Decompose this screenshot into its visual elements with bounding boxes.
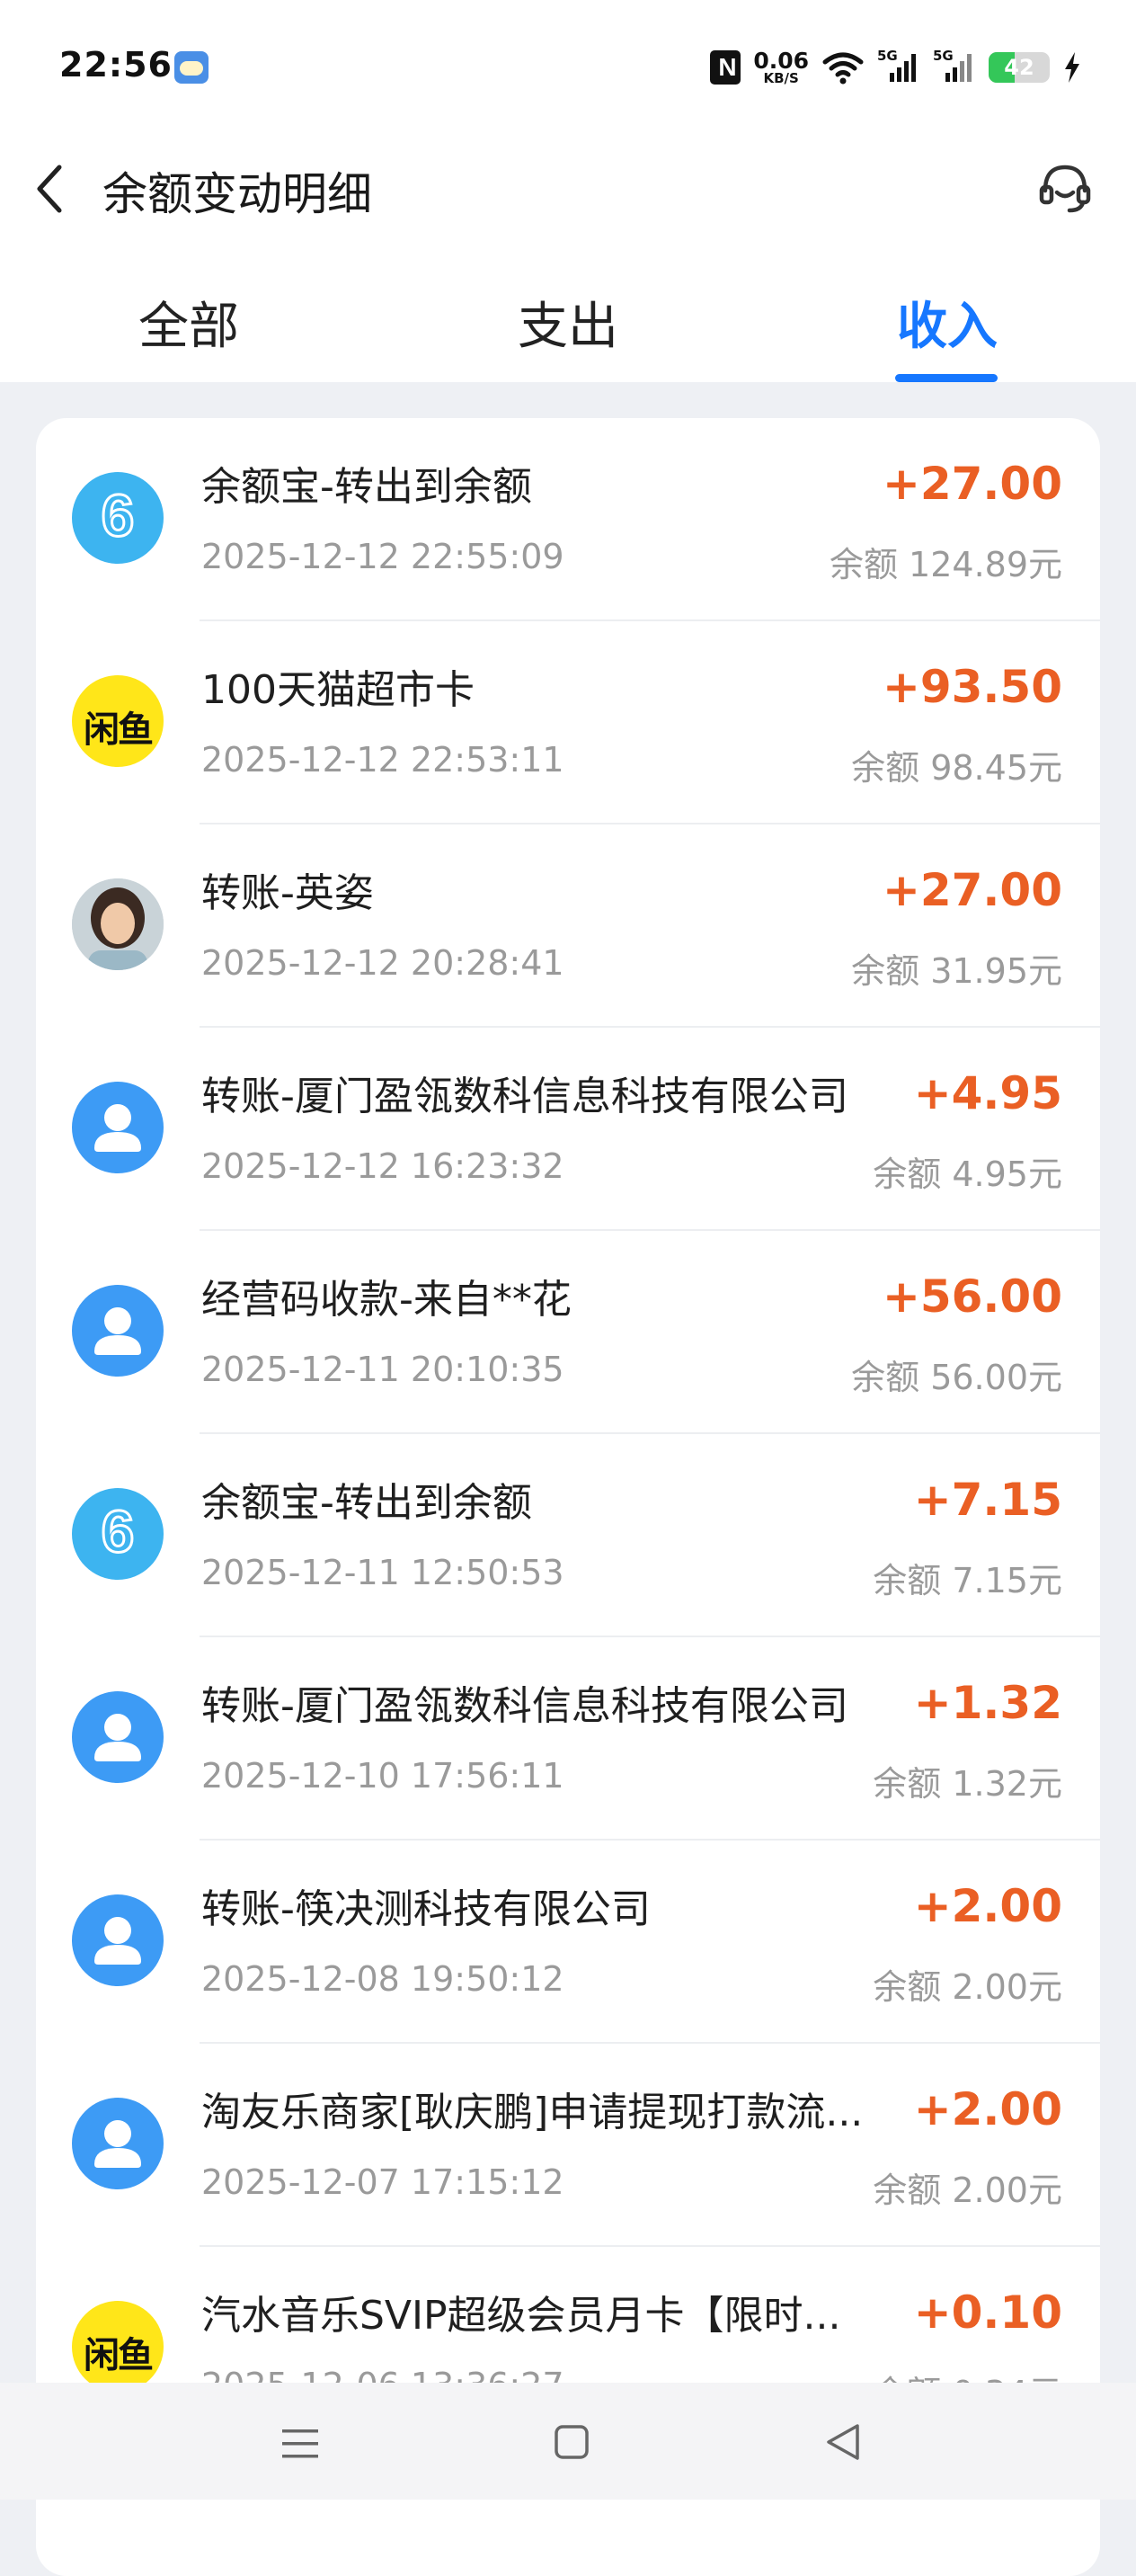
transaction-title: 经营码收款-来自**花 xyxy=(201,1277,572,1323)
transaction-balance: 余额 31.95元 xyxy=(851,951,1062,991)
signal-icon: 5G xyxy=(933,48,976,85)
transaction-row[interactable]: 转账-厦门盈瓴数科信息科技有限公司 2025-12-12 16:23:32 +4.9… xyxy=(36,1028,1100,1231)
transaction-amount: +27.00 xyxy=(882,458,1062,510)
yuebao-logo-text: 6 xyxy=(100,481,136,550)
transaction-title: 淘友乐商家[耿庆鹏]申请提现打款流... xyxy=(201,2090,864,2135)
status-time: 22:56 xyxy=(59,45,173,85)
transaction-row[interactable]: 转账-筷决测科技有限公司 2025-12-08 19:50:12 +2.00 余额 2… xyxy=(36,1841,1100,2044)
yuebao-logo-text: 6 xyxy=(100,1497,136,1566)
signal-label: 5G xyxy=(933,48,954,64)
transaction-row[interactable]: 6 余额宝-转出到余额 2025-12-11 12:50:53 +7.15 余额 7.1… xyxy=(36,1434,1100,1637)
menu-icon[interactable] xyxy=(280,2426,320,2462)
tab-all[interactable]: 全部 xyxy=(138,286,239,359)
user-icon xyxy=(72,1894,164,1986)
xianyu-logo-text: 闲鱼 xyxy=(84,709,154,751)
net-speed-unit: KB/S xyxy=(763,70,799,86)
nfc-icon: N xyxy=(710,50,741,85)
transaction-amount: +1.32 xyxy=(913,1677,1062,1729)
net-speed: 0.06 KB/S xyxy=(753,49,809,85)
user-icon xyxy=(72,2098,164,2189)
transaction-list: 6 余额宝-转出到余额 2025-12-12 22:55:09 +27.00 余额 12… xyxy=(36,418,1100,2576)
transaction-row[interactable]: 经营码收款-来自**花 2025-12-11 20:10:35 +56.00 余额 5… xyxy=(36,1231,1100,1434)
transaction-balance: 余额 4.95元 xyxy=(873,1154,1062,1194)
page-title: 余额变动明细 xyxy=(102,168,372,220)
transaction-title: 转账-筷决测科技有限公司 xyxy=(201,1886,651,1932)
transaction-balance: 余额 2.00元 xyxy=(873,1967,1062,2007)
battery-icon: 42 xyxy=(989,52,1050,83)
transaction-amount: +0.10 xyxy=(913,2286,1062,2339)
charging-bolt-icon xyxy=(1065,52,1079,83)
yuebao-icon: 6 xyxy=(72,1488,164,1580)
transaction-amount: +93.50 xyxy=(882,661,1062,713)
xianyu-icon: 闲鱼 xyxy=(72,2301,164,2393)
transaction-row[interactable]: 淘友乐商家[耿庆鹏]申请提现打款流... 2025-12-07 17:15:12 +… xyxy=(36,2044,1100,2247)
transaction-amount: +7.15 xyxy=(913,1474,1062,1526)
status-bar: 22:56 N 0.06 KB/S 5G 5G 42 xyxy=(0,0,1136,135)
tab-bar: 全部 支出 收入 xyxy=(0,270,1136,382)
tab-income[interactable]: 收入 xyxy=(897,286,998,359)
transaction-balance: 余额 56.00元 xyxy=(851,1358,1062,1397)
transaction-time: 2025-12-12 22:55:09 xyxy=(201,537,564,576)
transaction-amount: +2.00 xyxy=(913,1880,1062,1932)
user-icon xyxy=(72,1082,164,1173)
user-photo-avatar xyxy=(72,878,164,970)
transaction-time: 2025-12-12 16:23:32 xyxy=(201,1146,564,1186)
transaction-title: 转账-英姿 xyxy=(201,870,374,916)
transaction-time: 2025-12-12 20:28:41 xyxy=(201,943,564,983)
xianyu-icon: 闲鱼 xyxy=(72,675,164,767)
transaction-time: 2025-12-11 20:10:35 xyxy=(201,1350,564,1389)
transaction-title: 余额宝-转出到余额 xyxy=(201,1480,532,1526)
transaction-title: 100天猫超市卡 xyxy=(201,667,475,713)
transaction-title: 转账-厦门盈瓴数科信息科技有限公司 xyxy=(201,1074,848,1119)
weather-icon xyxy=(174,51,209,84)
transaction-amount: +56.00 xyxy=(882,1270,1062,1323)
transaction-title: 汽水音乐SVIP超级会员月卡【限时... xyxy=(201,2293,841,2339)
transaction-time: 2025-12-07 17:15:12 xyxy=(201,2162,564,2202)
transaction-amount: +2.00 xyxy=(913,2083,1062,2135)
signal-label: 5G xyxy=(877,48,898,64)
transaction-balance: 余额 1.32元 xyxy=(873,1764,1062,1804)
transaction-time: 2025-12-10 17:56:11 xyxy=(201,1756,564,1796)
battery-level: 42 xyxy=(1004,55,1034,80)
transaction-row[interactable]: 6 余额宝-转出到余额 2025-12-12 22:55:09 +27.00 余额 12… xyxy=(36,418,1100,621)
tab-expense[interactable]: 支出 xyxy=(518,286,618,359)
home-square-icon[interactable] xyxy=(554,2424,590,2460)
user-icon xyxy=(72,1691,164,1783)
user-icon xyxy=(72,1285,164,1377)
transaction-balance: 余额 124.89元 xyxy=(829,545,1062,584)
transaction-time: 2025-12-08 19:50:12 xyxy=(201,1959,564,1999)
wifi-icon xyxy=(822,52,864,85)
transaction-amount: +4.95 xyxy=(913,1067,1062,1119)
customer-service-headset-icon[interactable] xyxy=(1037,160,1093,216)
status-icons: N 0.06 KB/S 5G 5G 42 xyxy=(710,47,1082,88)
transaction-amount: +27.00 xyxy=(882,864,1062,916)
net-speed-value: 0.06 xyxy=(753,48,809,74)
signal-icon: 5G xyxy=(877,48,920,85)
chevron-left-icon[interactable] xyxy=(32,162,68,216)
transaction-row[interactable]: 转账-英姿 2025-12-12 20:28:41 +27.00 余额 31.95元 xyxy=(36,824,1100,1028)
transaction-balance: 余额 98.45元 xyxy=(851,748,1062,788)
transaction-balance: 余额 7.15元 xyxy=(873,1561,1062,1600)
transaction-row[interactable]: 转账-厦门盈瓴数科信息科技有限公司 2025-12-10 17:56:11 +1.3… xyxy=(36,1637,1100,1841)
xianyu-logo-text: 闲鱼 xyxy=(84,2335,154,2376)
transaction-title: 余额宝-转出到余额 xyxy=(201,464,532,510)
transaction-time: 2025-12-12 22:53:11 xyxy=(201,740,564,780)
system-nav-bar xyxy=(0,2383,1136,2500)
transaction-time: 2025-12-11 12:50:53 xyxy=(201,1553,564,1592)
transaction-row[interactable]: 闲鱼 100天猫超市卡 2025-12-12 22:53:11 +93.50 余额 98… xyxy=(36,621,1100,824)
yuebao-icon: 6 xyxy=(72,472,164,564)
active-tab-indicator xyxy=(895,374,998,382)
back-triangle-icon[interactable] xyxy=(823,2422,861,2462)
transaction-title: 转账-厦门盈瓴数科信息科技有限公司 xyxy=(201,1683,848,1729)
transaction-balance: 余额 2.00元 xyxy=(873,2170,1062,2210)
